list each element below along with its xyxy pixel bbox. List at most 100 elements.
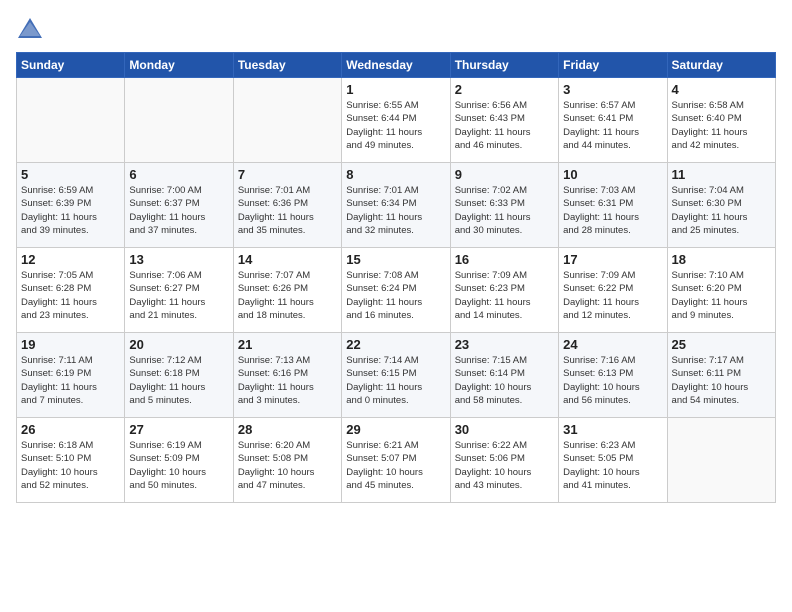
day-info: Sunrise: 7:01 AM Sunset: 6:34 PM Dayligh…	[346, 184, 445, 237]
calendar-cell: 2 Sunrise: 6:56 AM Sunset: 6:43 PM Daylig…	[450, 78, 558, 163]
day-header-friday: Friday	[559, 53, 667, 78]
calendar-cell: 20 Sunrise: 7:12 AM Sunset: 6:18 PM Dayli…	[125, 333, 233, 418]
day-info: Sunrise: 6:58 AM Sunset: 6:40 PM Dayligh…	[672, 99, 771, 152]
day-info: Sunrise: 7:05 AM Sunset: 6:28 PM Dayligh…	[21, 269, 120, 322]
day-number: 3	[563, 82, 662, 97]
day-info: Sunrise: 7:07 AM Sunset: 6:26 PM Dayligh…	[238, 269, 337, 322]
day-info: Sunrise: 7:06 AM Sunset: 6:27 PM Dayligh…	[129, 269, 228, 322]
day-info: Sunrise: 6:59 AM Sunset: 6:39 PM Dayligh…	[21, 184, 120, 237]
calendar-cell: 6Sunrise: 7:00 AM Sunset: 6:37 PM Daylig…	[125, 163, 233, 248]
calendar-cell: 17 Sunrise: 7:09 AM Sunset: 6:22 PM Dayli…	[559, 248, 667, 333]
day-info: Sunrise: 7:09 AM Sunset: 6:22 PM Dayligh…	[563, 269, 662, 322]
calendar-cell: 24 Sunrise: 7:16 AM Sunset: 6:13 PM Dayli…	[559, 333, 667, 418]
day-info: Sunrise: 7:17 AM Sunset: 6:11 PM Dayligh…	[672, 354, 771, 407]
day-info: Sunrise: 7:11 AM Sunset: 6:19 PM Dayligh…	[21, 354, 120, 407]
day-info: Sunrise: 6:18 AM Sunset: 5:10 PM Dayligh…	[21, 439, 120, 492]
week-row-3: 12 Sunrise: 7:05 AM Sunset: 6:28 PM Dayli…	[17, 248, 776, 333]
calendar-cell: 7 Sunrise: 7:01 AM Sunset: 6:36 PM Daylig…	[233, 163, 341, 248]
calendar-cell	[17, 78, 125, 163]
calendar-cell: 18Sunrise: 7:10 AM Sunset: 6:20 PM Dayli…	[667, 248, 775, 333]
day-info: Sunrise: 6:23 AM Sunset: 5:05 PM Dayligh…	[563, 439, 662, 492]
day-info: Sunrise: 7:03 AM Sunset: 6:31 PM Dayligh…	[563, 184, 662, 237]
day-header-tuesday: Tuesday	[233, 53, 341, 78]
day-header-wednesday: Wednesday	[342, 53, 450, 78]
calendar-cell: 14 Sunrise: 7:07 AM Sunset: 6:26 PM Dayli…	[233, 248, 341, 333]
day-number: 16	[455, 252, 554, 267]
day-info: Sunrise: 7:12 AM Sunset: 6:18 PM Dayligh…	[129, 354, 228, 407]
week-row-2: 5 Sunrise: 6:59 AM Sunset: 6:39 PM Daylig…	[17, 163, 776, 248]
day-number: 1	[346, 82, 445, 97]
day-info: Sunrise: 6:21 AM Sunset: 5:07 PM Dayligh…	[346, 439, 445, 492]
day-number: 20	[129, 337, 228, 352]
day-number: 2	[455, 82, 554, 97]
day-info: Sunrise: 7:09 AM Sunset: 6:23 PM Dayligh…	[455, 269, 554, 322]
calendar-cell	[233, 78, 341, 163]
day-info: Sunrise: 7:13 AM Sunset: 6:16 PM Dayligh…	[238, 354, 337, 407]
day-number: 7	[238, 167, 337, 182]
day-info: Sunrise: 6:57 AM Sunset: 6:41 PM Dayligh…	[563, 99, 662, 152]
calendar-cell: 29Sunrise: 6:21 AM Sunset: 5:07 PM Dayli…	[342, 418, 450, 503]
day-number: 12	[21, 252, 120, 267]
day-number: 19	[21, 337, 120, 352]
day-info: Sunrise: 7:08 AM Sunset: 6:24 PM Dayligh…	[346, 269, 445, 322]
day-number: 21	[238, 337, 337, 352]
calendar-table: SundayMondayTuesdayWednesdayThursdayFrid…	[16, 52, 776, 503]
day-info: Sunrise: 6:19 AM Sunset: 5:09 PM Dayligh…	[129, 439, 228, 492]
day-number: 18	[672, 252, 771, 267]
day-number: 31	[563, 422, 662, 437]
calendar-header-row: SundayMondayTuesdayWednesdayThursdayFrid…	[17, 53, 776, 78]
calendar-cell: 26Sunrise: 6:18 AM Sunset: 5:10 PM Dayli…	[17, 418, 125, 503]
calendar-cell: 27 Sunrise: 6:19 AM Sunset: 5:09 PM Dayli…	[125, 418, 233, 503]
calendar-cell: 13 Sunrise: 7:06 AM Sunset: 6:27 PM Dayli…	[125, 248, 233, 333]
day-number: 17	[563, 252, 662, 267]
calendar-cell	[667, 418, 775, 503]
calendar-cell: 9 Sunrise: 7:02 AM Sunset: 6:33 PM Daylig…	[450, 163, 558, 248]
day-info: Sunrise: 7:01 AM Sunset: 6:36 PM Dayligh…	[238, 184, 337, 237]
day-info: Sunrise: 6:20 AM Sunset: 5:08 PM Dayligh…	[238, 439, 337, 492]
day-number: 9	[455, 167, 554, 182]
logo	[16, 16, 48, 44]
day-number: 27	[129, 422, 228, 437]
day-number: 5	[21, 167, 120, 182]
page-header	[16, 16, 776, 44]
calendar-cell	[125, 78, 233, 163]
day-number: 11	[672, 167, 771, 182]
calendar-cell: 19 Sunrise: 7:11 AM Sunset: 6:19 PM Dayli…	[17, 333, 125, 418]
day-info: Sunrise: 7:15 AM Sunset: 6:14 PM Dayligh…	[455, 354, 554, 407]
calendar-cell: 11 Sunrise: 7:04 AM Sunset: 6:30 PM Dayli…	[667, 163, 775, 248]
day-info: Sunrise: 7:04 AM Sunset: 6:30 PM Dayligh…	[672, 184, 771, 237]
calendar-cell: 28 Sunrise: 6:20 AM Sunset: 5:08 PM Dayli…	[233, 418, 341, 503]
day-number: 10	[563, 167, 662, 182]
week-row-5: 26Sunrise: 6:18 AM Sunset: 5:10 PM Dayli…	[17, 418, 776, 503]
day-number: 30	[455, 422, 554, 437]
calendar-cell: 4Sunrise: 6:58 AM Sunset: 6:40 PM Daylig…	[667, 78, 775, 163]
calendar-cell: 22 Sunrise: 7:14 AM Sunset: 6:15 PM Dayli…	[342, 333, 450, 418]
day-info: Sunrise: 7:14 AM Sunset: 6:15 PM Dayligh…	[346, 354, 445, 407]
calendar-cell: 25 Sunrise: 7:17 AM Sunset: 6:11 PM Dayli…	[667, 333, 775, 418]
day-info: Sunrise: 7:16 AM Sunset: 6:13 PM Dayligh…	[563, 354, 662, 407]
logo-icon	[16, 16, 44, 44]
day-header-thursday: Thursday	[450, 53, 558, 78]
day-info: Sunrise: 7:02 AM Sunset: 6:33 PM Dayligh…	[455, 184, 554, 237]
week-row-4: 19 Sunrise: 7:11 AM Sunset: 6:19 PM Dayli…	[17, 333, 776, 418]
day-number: 22	[346, 337, 445, 352]
calendar-cell: 3 Sunrise: 6:57 AM Sunset: 6:41 PM Daylig…	[559, 78, 667, 163]
calendar-cell: 10 Sunrise: 7:03 AM Sunset: 6:31 PM Dayli…	[559, 163, 667, 248]
day-header-sunday: Sunday	[17, 53, 125, 78]
calendar-cell: 30 Sunrise: 6:22 AM Sunset: 5:06 PM Dayli…	[450, 418, 558, 503]
day-number: 23	[455, 337, 554, 352]
day-info: Sunrise: 6:22 AM Sunset: 5:06 PM Dayligh…	[455, 439, 554, 492]
calendar-cell: 23 Sunrise: 7:15 AM Sunset: 6:14 PM Dayli…	[450, 333, 558, 418]
day-info: Sunrise: 6:56 AM Sunset: 6:43 PM Dayligh…	[455, 99, 554, 152]
day-info: Sunrise: 7:00 AM Sunset: 6:37 PM Dayligh…	[129, 184, 228, 237]
day-number: 28	[238, 422, 337, 437]
calendar-cell: 31 Sunrise: 6:23 AM Sunset: 5:05 PM Dayli…	[559, 418, 667, 503]
calendar-cell: 5 Sunrise: 6:59 AM Sunset: 6:39 PM Daylig…	[17, 163, 125, 248]
calendar-cell: 16 Sunrise: 7:09 AM Sunset: 6:23 PM Dayli…	[450, 248, 558, 333]
day-number: 25	[672, 337, 771, 352]
day-number: 24	[563, 337, 662, 352]
day-header-saturday: Saturday	[667, 53, 775, 78]
day-number: 13	[129, 252, 228, 267]
day-number: 14	[238, 252, 337, 267]
week-row-1: 1Sunrise: 6:55 AM Sunset: 6:44 PM Daylig…	[17, 78, 776, 163]
